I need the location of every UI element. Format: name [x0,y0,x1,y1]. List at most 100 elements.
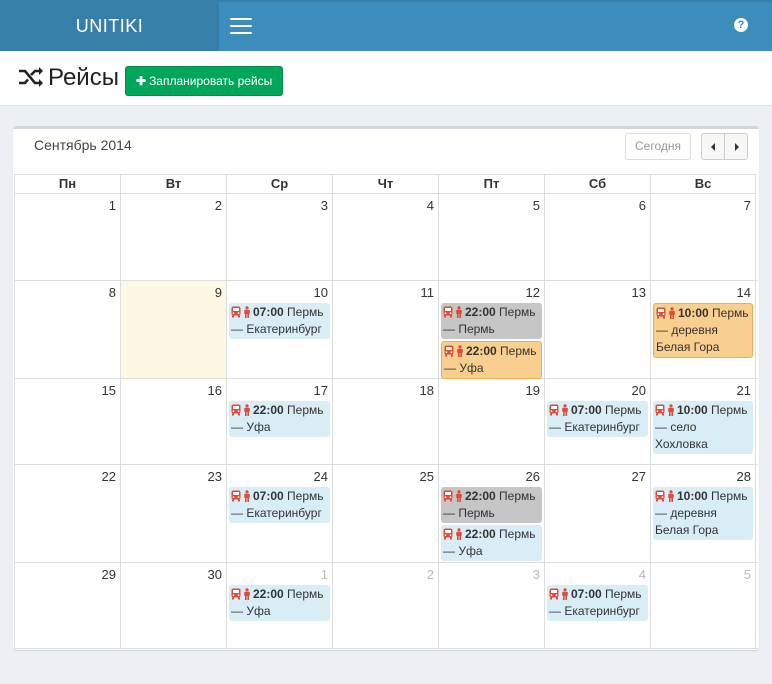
person-icon [244,306,250,318]
calendar-day-cell[interactable]: 10 07:00 Пермь — Екатеринбург [226,281,332,378]
bus-icon [231,306,241,318]
day-number: 2 [426,567,434,582]
calendar-day-cell[interactable]: 7 [650,194,756,280]
calendar-day-cell[interactable]: 3 [438,563,544,648]
today-button[interactable]: Сегодня [625,133,691,160]
next-month-button[interactable] [724,133,748,160]
weekday-label: Вт [120,174,226,194]
calendar-day-cell[interactable]: 23 [120,465,226,562]
day-number: 24 [313,469,328,484]
day-number: 4 [638,567,646,582]
trip-event[interactable]: 22:00 Пермь — Уфа [441,525,542,561]
person-icon [457,345,463,357]
calendar-week-row: 8 9 10 07:00 Пермь — Екатеринбург 11 12 22:00 … [14,281,758,379]
weekday-label: Чт [332,174,438,194]
trip-event[interactable]: 22:00 Пермь — Уфа [229,585,330,621]
trip-event[interactable]: 07:00 Пермь — Екатеринбург [229,303,330,339]
calendar-day-cell[interactable]: 4 [332,194,438,280]
calendar-week-row: 15 16 17 22:00 Пермь — Уфа 18 19 20 07:00 Пермь… [14,379,758,465]
plan-trips-button[interactable]: ✚ Запланировать рейсы [125,66,284,96]
calendar-day-cell[interactable]: 27 [544,465,650,562]
day-number: 1 [108,198,116,213]
trip-event[interactable]: 07:00 Пермь — Екатеринбург [547,585,648,621]
calendar-day-cell[interactable]: 28 10:00 Пермь — деревня Белая Гора [650,465,756,562]
calendar-day-cell[interactable]: 25 [332,465,438,562]
calendar-day-cell[interactable]: 24 07:00 Пермь — Екатеринбург [226,465,332,562]
day-number: 21 [736,383,751,398]
calendar-day-cell[interactable]: 15 [14,379,120,464]
trip-event[interactable]: 07:00 Пермь — Екатеринбург [229,487,330,523]
day-number: 27 [631,469,646,484]
calendar-day-cell[interactable]: 12 22:00 Пермь — Пермь 22:00 Пермь — Уфа [438,281,544,379]
day-number: 1 [320,567,328,582]
bus-icon [231,404,241,416]
calendar-day-cell[interactable]: 17 22:00 Пермь — Уфа [226,379,332,464]
trip-event[interactable]: 10:00 Пермь — село Хохловка [653,401,753,454]
day-number: 3 [532,567,540,582]
help-icon[interactable]: ? [734,18,748,32]
calendar-day-cell[interactable]: 16 [120,379,226,464]
bus-icon [443,528,453,540]
trip-event[interactable]: 22:00 Пермь — Пермь [441,487,542,523]
calendar-day-cell[interactable]: 6 [544,194,650,280]
calendar-day-cell[interactable]: 3 [226,194,332,280]
trip-event[interactable]: 07:00 Пермь — Екатеринбург [547,401,648,437]
calendar-day-cell[interactable]: 20 07:00 Пермь — Екатеринбург [544,379,650,464]
calendar-day-cell[interactable]: 1 22:00 Пермь — Уфа [226,563,332,648]
trip-event[interactable]: 22:00 Пермь — Пермь [441,303,542,339]
menu-icon[interactable] [230,18,252,34]
calendar-day-cell[interactable]: 2 [120,194,226,280]
bus-icon [655,404,665,416]
calendar-day-cell[interactable]: 18 [332,379,438,464]
calendar-day-cell[interactable]: 30 [120,563,226,648]
weekday-label: Пт [438,174,544,194]
trip-event[interactable]: 10:00 Пермь — деревня Белая Гора [653,303,753,358]
bus-icon [444,345,454,357]
plan-trips-label: Запланировать рейсы [149,74,273,88]
calendar-day-cell[interactable]: 4 07:00 Пермь — Екатеринбург [544,563,650,648]
trip-time: 22:00 [466,344,497,358]
calendar-day-cell[interactable]: 22 [14,465,120,562]
person-icon [244,490,250,502]
day-number: 26 [525,469,540,484]
person-icon [668,404,674,416]
person-icon [244,404,250,416]
person-icon [456,490,462,502]
calendar-day-cell[interactable]: 13 [544,281,650,378]
person-icon [456,306,462,318]
trip-time: 22:00 [253,403,284,417]
app-logo[interactable]: UNITIKI [0,2,219,51]
trip-time: 22:00 [253,587,284,601]
calendar-week-row: 29 30 1 22:00 Пермь — Уфа 2 3 4 07:00 Пермь — Е… [14,563,758,649]
day-number: 25 [419,469,434,484]
trip-event[interactable]: 22:00 Пермь — Уфа [441,341,542,379]
prev-month-button[interactable] [701,133,725,160]
trip-event[interactable]: 22:00 Пермь — Уфа [229,401,330,437]
calendar-day-cell[interactable]: 5 [438,194,544,280]
bus-icon [231,490,241,502]
weekday-label: Вс [650,174,756,194]
calendar-day-cell[interactable]: 29 [14,563,120,648]
trip-time: 07:00 [571,403,602,417]
day-number: 5 [532,198,540,213]
calendar-day-cell[interactable]: 5 [650,563,756,648]
calendar-day-cell[interactable]: 1 [14,194,120,280]
calendar-day-cell[interactable]: 9 [120,281,226,378]
trip-event[interactable]: 10:00 Пермь — деревня Белая Гора [653,487,753,540]
weekday-label: Ср [226,174,332,194]
calendar-day-cell[interactable]: 19 [438,379,544,464]
calendar-day-cell[interactable]: 2 [332,563,438,648]
day-number: 20 [631,383,646,398]
day-number: 6 [638,198,646,213]
calendar-day-cell[interactable]: 8 [14,281,120,378]
calendar-day-cell[interactable]: 11 [332,281,438,378]
day-number: 22 [101,469,116,484]
trip-time: 10:00 [677,489,708,503]
bus-icon [549,588,559,600]
weekday-label: Пн [14,174,120,194]
calendar-day-cell[interactable]: 26 22:00 Пермь — Пермь 22:00 Пермь — Уфа [438,465,544,562]
calendar-day-cell[interactable]: 21 10:00 Пермь — село Хохловка [650,379,756,464]
day-number: 29 [101,567,116,582]
day-number: 16 [207,383,222,398]
calendar-day-cell[interactable]: 14 10:00 Пермь — деревня Белая Гора [650,281,756,378]
